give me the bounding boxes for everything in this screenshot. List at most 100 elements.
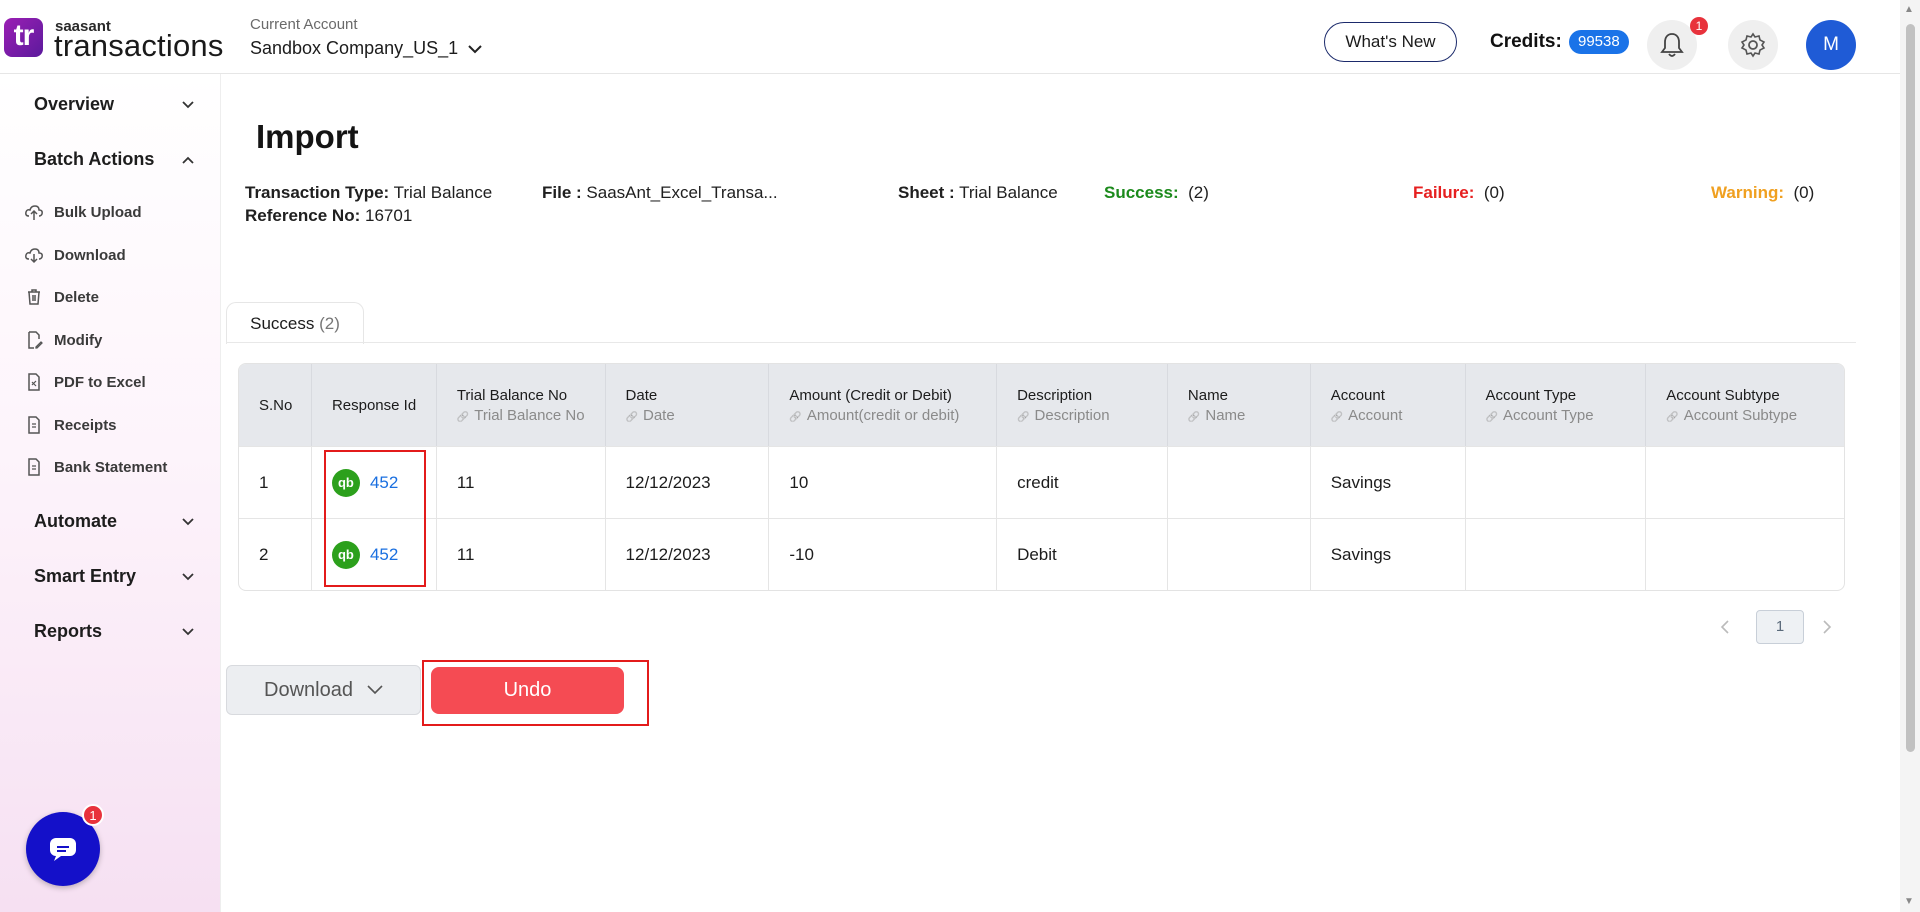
sidebar-item-label: Bulk Upload [54,203,142,221]
response-id-link[interactable]: 452 [370,473,398,493]
edit-file-icon [28,331,43,349]
column-title: Name [1187,386,1228,404]
sidebar-item-modify[interactable]: Modify [24,330,102,350]
download-label: Download [264,678,353,701]
cell-account: Savings [1310,518,1466,590]
quickbooks-icon: qb [331,468,360,497]
cloud-download-icon [25,248,43,264]
reference-number: Reference No: 16701 [245,206,412,226]
column-header[interactable]: Account Subtype Account Subtype [1646,364,1844,446]
download-dropdown-button[interactable]: Download [226,665,421,715]
credits-badge: 99538 [1569,30,1629,54]
response-id-link[interactable]: 452 [370,545,398,565]
sidebar-item-delete[interactable]: Delete [24,287,99,307]
chevron-down-icon [468,44,482,53]
sidebar: Overview Batch Actions Bulk Upload Downl… [0,74,221,912]
cell-description: Debit [997,518,1168,590]
quickbooks-icon: qb [331,540,360,569]
failure-label: Failure: [1413,183,1475,202]
cell-name [1167,518,1311,590]
column-title: Description [1017,386,1093,404]
credits-label: Credits: [1490,31,1562,52]
cell-response-id: qb 452 [311,518,437,590]
cell-trial-balance-no: 11 [436,446,606,518]
app-logo-icon[interactable]: tr [4,18,43,57]
tab-success[interactable]: Success (2) [226,302,364,344]
gear-icon [1740,32,1766,58]
transaction-type-label: Transaction Type: [245,183,390,202]
chevron-down-icon [182,627,194,635]
top-header: tr saasant transactions Current Account … [0,0,1900,74]
response-link[interactable]: qb 452 [331,468,398,497]
reference-label: Reference No: [245,206,361,225]
cell-date: 12/12/2023 [605,518,770,590]
sidebar-group-smart-entry[interactable]: Smart Entry [34,566,194,587]
column-title: Date [625,386,658,404]
file-label: File : [542,183,582,202]
column-header[interactable]: Description Description [997,364,1168,446]
sidebar-item-download[interactable]: Download [24,245,126,265]
sidebar-item-label: Modify [54,331,103,349]
sidebar-item-pdf-to-excel[interactable]: PDF to Excel [24,372,146,392]
chevron-up-icon [182,156,194,164]
column-title: Account Subtype [1666,386,1780,404]
sidebar-group-label: Automate [34,511,118,531]
scrollbar-thumb[interactable] [1906,24,1915,752]
settings-button[interactable] [1728,20,1778,70]
success-label: Success: [1104,183,1179,202]
column-mapping: Description [1017,407,1167,424]
column-header[interactable]: Account Type Account Type [1465,364,1647,446]
document-icon [28,458,40,476]
column-header[interactable]: Account Account [1310,364,1466,446]
sidebar-item-bank-statement[interactable]: Bank Statement [24,457,167,477]
chevron-right-icon [1823,620,1832,634]
scroll-down-icon[interactable]: ▼ [1904,896,1914,907]
sidebar-item-bulk-upload[interactable]: Bulk Upload [24,202,142,222]
pagination-page-button[interactable]: 1 [1756,610,1804,644]
column-mapping: Date [626,407,769,424]
pagination-prev-button[interactable] [1720,618,1730,639]
sidebar-group-label: Smart Entry [34,566,137,586]
transaction-type-value: Trial Balance [393,183,493,202]
cell-account-type [1465,518,1647,590]
column-title: Trial Balance No [456,386,568,404]
column-header[interactable]: Response Id [311,364,437,446]
column-mapping: Trial Balance No [457,407,605,424]
user-avatar[interactable]: M [1806,20,1856,70]
trash-icon [28,289,40,305]
whats-new-button[interactable]: What's New [1324,22,1457,62]
tab-divider [226,342,1856,343]
warning-summary: Warning: (0) [1711,183,1814,203]
sidebar-item-receipts[interactable]: Receipts [24,415,117,435]
pagination-next-button[interactable] [1822,618,1832,639]
table-row: 2 qb 452 11 12/12/2023 -10 Debit Savings [239,518,1844,590]
tab-count: (2) [319,314,340,333]
scroll-up-icon[interactable]: ▲ [1904,4,1914,15]
success-summary: Success: (2) [1104,183,1209,203]
sidebar-item-label: Delete [54,288,100,306]
sidebar-group-batch-actions[interactable]: Batch Actions [34,149,194,170]
sidebar-group-label: Reports [34,621,103,641]
sidebar-group-reports[interactable]: Reports [34,621,194,642]
warning-label: Warning: [1711,183,1785,202]
sidebar-group-overview[interactable]: Overview [34,94,194,115]
column-header[interactable]: Name Name [1167,364,1311,446]
chevron-down-icon [367,685,383,695]
column-header[interactable]: S.No [239,364,312,446]
tab-label: Success [250,314,315,333]
account-selector[interactable]: Sandbox Company_US_1 [250,38,482,59]
response-link[interactable]: qb 452 [331,540,398,569]
chevron-left-icon [1720,620,1729,634]
sheet-label: Sheet : [898,183,955,202]
warning-count: (0) [1793,183,1815,202]
column-title: Amount (Credit or Debit) [789,386,952,404]
column-header[interactable]: Amount (Credit or Debit) Amount(credit or… [769,364,998,446]
undo-button[interactable]: Undo [431,667,624,714]
reference-value: 16701 [365,206,413,225]
column-header[interactable]: Date Date [605,364,770,446]
column-header[interactable]: Trial Balance No Trial Balance No [436,364,606,446]
sidebar-group-automate[interactable]: Automate [34,511,194,532]
column-mapping: Amount(credit or debit) [789,407,996,424]
column-title: Account Type [1485,386,1577,404]
column-mapping: Name [1188,407,1310,424]
